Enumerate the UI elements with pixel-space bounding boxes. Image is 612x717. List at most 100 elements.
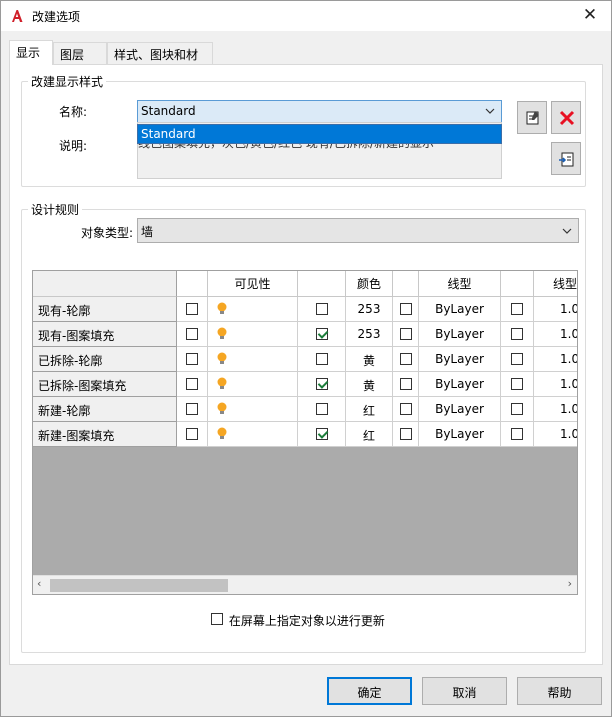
linetype-checkbox-cell[interactable] (501, 397, 534, 422)
lightbulb-icon[interactable] (216, 427, 228, 441)
visibility-checkbox[interactable] (186, 353, 198, 365)
lineweight-cell[interactable]: 1.0 (534, 347, 577, 372)
style-name-select[interactable]: Standard (137, 100, 502, 123)
linetype-cell[interactable]: ByLayer (419, 372, 501, 397)
color-checkbox-cell[interactable] (393, 372, 419, 397)
hatch-checkbox[interactable] (315, 378, 328, 390)
hatch-checkbox-cell[interactable] (298, 322, 346, 347)
visibility-checkbox[interactable] (186, 378, 198, 390)
hatch-checkbox[interactable] (315, 428, 328, 440)
linetype-cell[interactable]: ByLayer (419, 397, 501, 422)
visibility-checkbox-cell[interactable] (177, 372, 208, 397)
edit-style-button[interactable] (517, 101, 547, 134)
color-checkbox[interactable] (399, 403, 412, 415)
lightbulb-icon[interactable] (216, 352, 228, 366)
lineweight-cell[interactable]: 1.0 (534, 297, 577, 322)
update-option[interactable]: 在屏幕上指定对象以进行更新 (211, 612, 385, 629)
color-checkbox[interactable] (399, 353, 412, 365)
linetype-cell[interactable]: ByLayer (419, 422, 501, 447)
color-cell[interactable]: 253 (346, 322, 393, 347)
color-cell[interactable]: 黄 (346, 347, 393, 372)
dropdown-option-standard[interactable]: Standard (137, 124, 502, 144)
scroll-right-icon[interactable]: › (568, 577, 572, 590)
linetype-cell[interactable]: ByLayer (419, 322, 501, 347)
visibility-checkbox-cell[interactable] (177, 347, 208, 372)
visibility-cell[interactable] (208, 347, 298, 372)
lineweight-cell[interactable]: 1.0 (534, 372, 577, 397)
ok-button[interactable]: 确定 (327, 677, 412, 705)
color-checkbox-cell[interactable] (393, 322, 419, 347)
hatch-checkbox-cell[interactable] (298, 372, 346, 397)
cancel-button[interactable]: 取消 (422, 677, 507, 705)
hatch-checkbox[interactable] (315, 403, 328, 415)
linetype-checkbox[interactable] (511, 303, 523, 315)
visibility-checkbox[interactable] (186, 328, 198, 340)
color-checkbox-cell[interactable] (393, 347, 419, 372)
linetype-checkbox-cell[interactable] (501, 372, 534, 397)
color-cell[interactable]: 红 (346, 397, 393, 422)
color-checkbox[interactable] (399, 328, 412, 340)
hatch-checkbox-cell[interactable] (298, 422, 346, 447)
object-type-select[interactable]: 墙 (137, 218, 579, 243)
hatch-checkbox[interactable] (315, 328, 328, 340)
lineweight-cell[interactable]: 1.0 (534, 322, 577, 347)
import-style-button[interactable] (551, 142, 581, 175)
linetype-checkbox-cell[interactable] (501, 422, 534, 447)
tab-display[interactable]: 显示 (9, 40, 53, 65)
visibility-checkbox-cell[interactable] (177, 297, 208, 322)
linetype-checkbox[interactable] (511, 328, 523, 340)
color-checkbox-cell[interactable] (393, 422, 419, 447)
row-header[interactable]: 现有-图案填充 (33, 322, 177, 347)
color-checkbox-cell[interactable] (393, 297, 419, 322)
lineweight-cell[interactable]: 1.0 (534, 397, 577, 422)
color-checkbox[interactable] (399, 378, 412, 390)
visibility-cell[interactable] (208, 397, 298, 422)
linetype-checkbox-cell[interactable] (501, 297, 534, 322)
visibility-checkbox[interactable] (186, 303, 198, 315)
visibility-cell[interactable] (208, 322, 298, 347)
row-header[interactable]: 新建-图案填充 (33, 422, 177, 447)
color-checkbox-cell[interactable] (393, 397, 419, 422)
visibility-checkbox[interactable] (186, 428, 198, 440)
color-checkbox[interactable] (399, 303, 412, 315)
linetype-checkbox[interactable] (511, 428, 523, 440)
delete-style-button[interactable] (551, 101, 581, 134)
visibility-checkbox-cell[interactable] (177, 322, 208, 347)
row-header[interactable]: 新建-轮廓 (33, 397, 177, 422)
visibility-checkbox-cell[interactable] (177, 397, 208, 422)
color-checkbox[interactable] (399, 428, 412, 440)
scroll-left-icon[interactable]: ‹ (37, 577, 41, 590)
lightbulb-icon[interactable] (216, 327, 228, 341)
close-button[interactable]: ✕ (575, 4, 605, 28)
visibility-checkbox[interactable] (186, 403, 198, 415)
hatch-checkbox-cell[interactable] (298, 347, 346, 372)
lightbulb-icon[interactable] (216, 302, 228, 316)
hatch-checkbox[interactable] (315, 303, 328, 315)
linetype-checkbox[interactable] (511, 353, 523, 365)
lightbulb-icon[interactable] (216, 377, 228, 391)
row-header[interactable]: 已拆除-图案填充 (33, 372, 177, 397)
hatch-checkbox-cell[interactable] (298, 297, 346, 322)
color-cell[interactable]: 253 (346, 297, 393, 322)
color-cell[interactable]: 黄 (346, 372, 393, 397)
horizontal-scrollbar[interactable]: ‹ › (33, 575, 577, 594)
visibility-cell[interactable] (208, 297, 298, 322)
linetype-checkbox[interactable] (511, 403, 523, 415)
hatch-checkbox-cell[interactable] (298, 397, 346, 422)
row-header[interactable]: 已拆除-轮廓 (33, 347, 177, 372)
linetype-cell[interactable]: ByLayer (419, 347, 501, 372)
linetype-checkbox-cell[interactable] (501, 322, 534, 347)
hatch-checkbox[interactable] (315, 353, 328, 365)
visibility-checkbox-cell[interactable] (177, 422, 208, 447)
lineweight-cell[interactable]: 1.0 (534, 422, 577, 447)
linetype-checkbox[interactable] (511, 378, 523, 390)
visibility-cell[interactable] (208, 422, 298, 447)
linetype-checkbox-cell[interactable] (501, 347, 534, 372)
help-button[interactable]: 帮助 (517, 677, 602, 705)
tab-styles[interactable]: 样式、图块和材质 (107, 42, 213, 79)
color-cell[interactable]: 红 (346, 422, 393, 447)
visibility-cell[interactable] (208, 372, 298, 397)
lightbulb-icon[interactable] (216, 402, 228, 416)
row-header[interactable]: 现有-轮廓 (33, 297, 177, 322)
scrollbar-thumb[interactable] (50, 579, 228, 592)
